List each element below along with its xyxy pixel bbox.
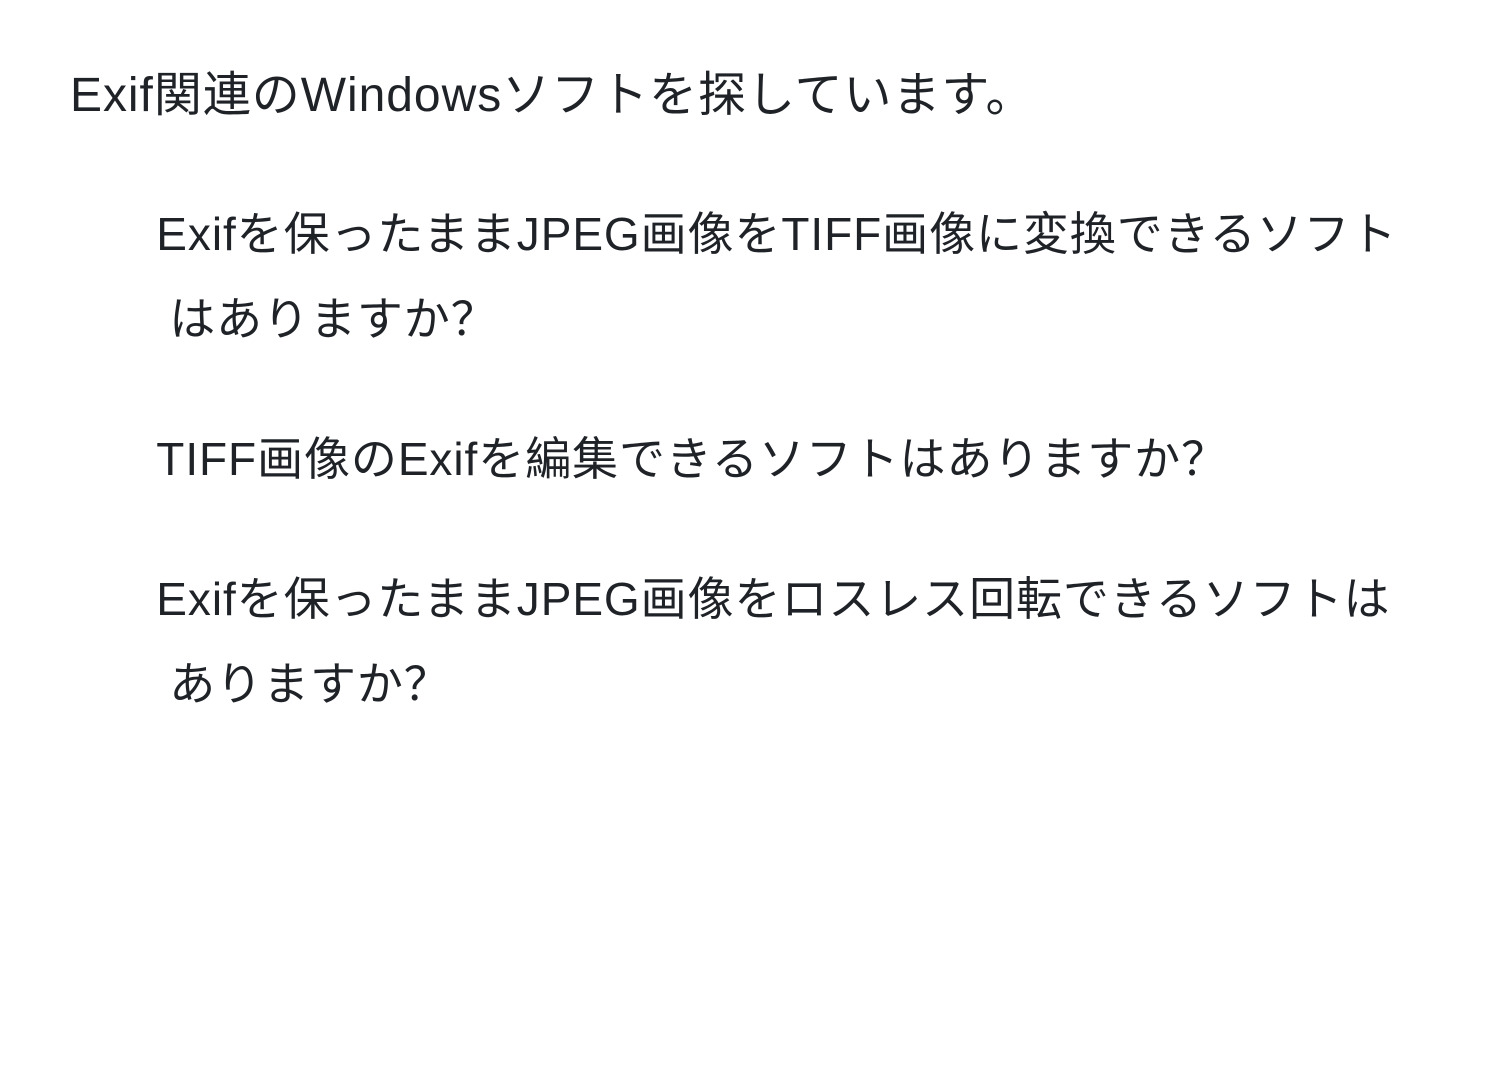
list-item: Exifを保ったままJPEG画像をTIFF画像に変換できるソフトはありますか？ bbox=[160, 192, 1430, 362]
list-item: Exifを保ったままJPEG画像をロスレス回転できるソフトはありますか？ bbox=[160, 557, 1430, 727]
question-list: Exifを保ったままJPEG画像をTIFF画像に変換できるソフトはありますか？ … bbox=[70, 192, 1430, 727]
document-heading: Exif関連のWindowsソフトを探しています。 bbox=[70, 60, 1430, 132]
list-item: TIFF画像のExifを編集できるソフトはありますか？ bbox=[160, 417, 1430, 502]
